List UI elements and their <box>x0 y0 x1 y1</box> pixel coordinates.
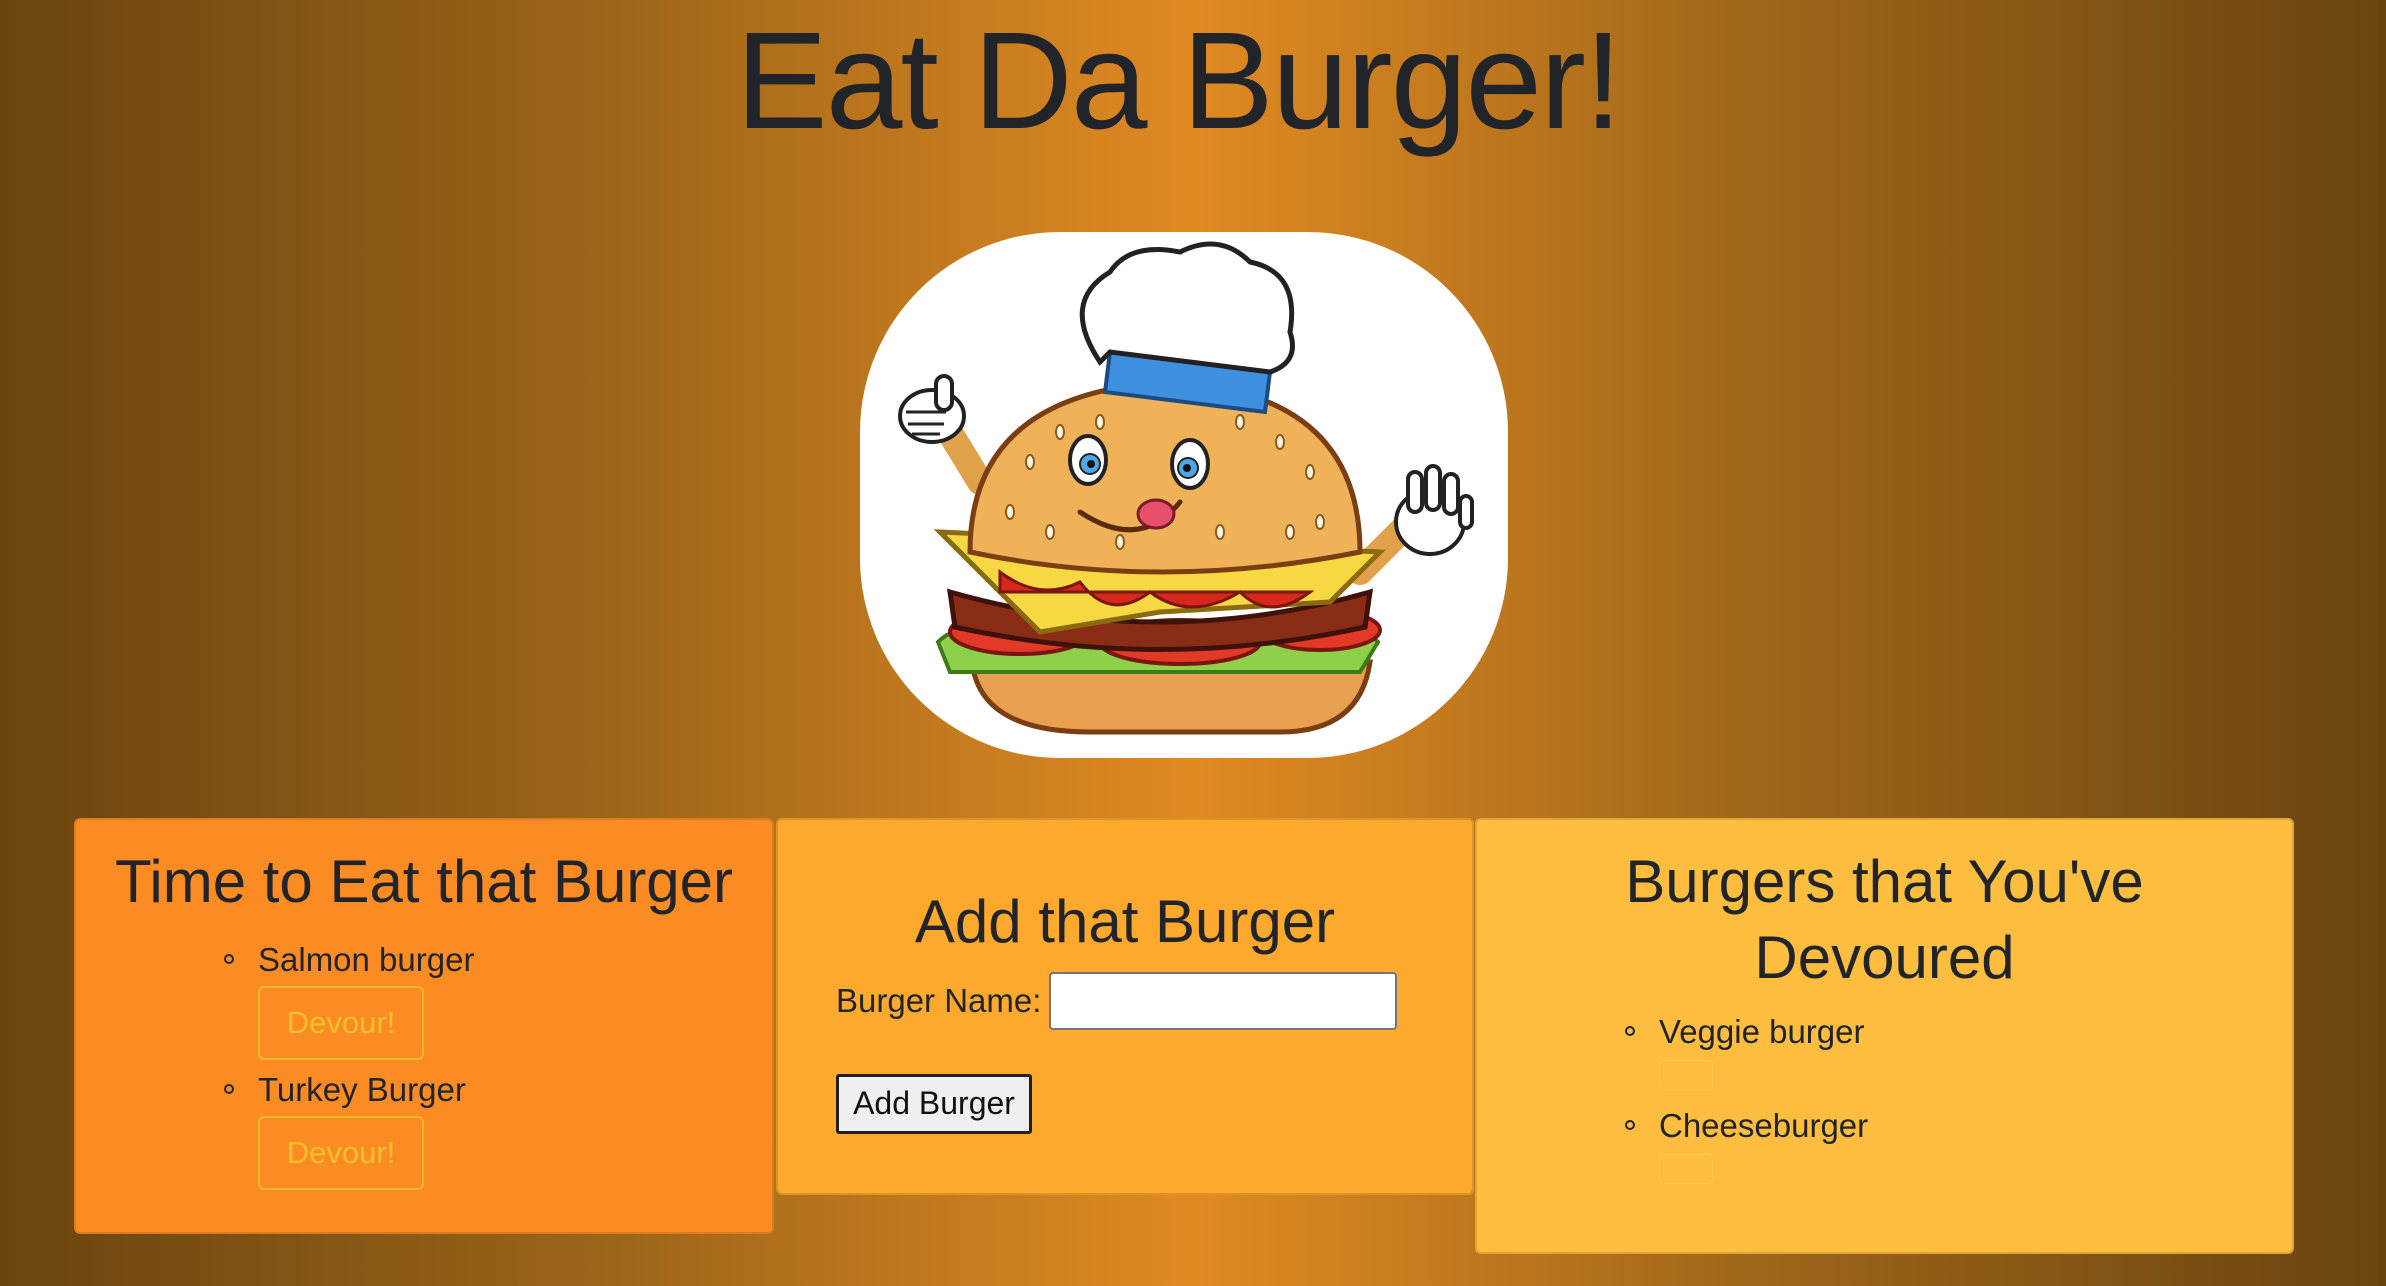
chef-burger-logo <box>860 232 1508 758</box>
add-burger-button[interactable]: Add Burger <box>836 1074 1032 1134</box>
burger-name: Salmon burger <box>258 941 475 978</box>
chef-burger-mascot-icon <box>898 241 1474 735</box>
devoured-list: Veggie burger Cheeseburger <box>1625 1010 1869 1198</box>
list-item: Cheeseburger <box>1625 1104 1869 1184</box>
page-title: Eat Da Burger! <box>735 4 1623 158</box>
circle-bullet-icon <box>1625 1026 1635 1036</box>
devour-button[interactable]: Devour! <box>258 1116 424 1190</box>
burger-name-input[interactable] <box>1049 972 1398 1030</box>
list-item: Veggie burger <box>1625 1010 1868 1090</box>
burger-name-label: Burger Name: <box>836 982 1042 1019</box>
devoured-heading: Burgers that You've Devoured <box>1625 848 2144 991</box>
hidden-button <box>1659 1154 1713 1184</box>
add-burger-heading: Add that Burger <box>914 888 1336 955</box>
circle-bullet-icon <box>224 1084 234 1094</box>
burger-name: Turkey Burger <box>258 1071 466 1108</box>
list-item: Turkey Burger Devour! <box>224 1068 474 1190</box>
burger-name: Veggie burger <box>1659 1013 1865 1050</box>
to-eat-list: Salmon burger Devour! Turkey Burger Devo… <box>224 938 475 1198</box>
burger-name-row: Burger Name: <box>836 972 1398 1030</box>
to-eat-panel: Time to Eat that Burger Salmon burger De… <box>74 818 774 1234</box>
devour-button[interactable]: Devour! <box>258 986 424 1060</box>
circle-bullet-icon <box>1625 1120 1635 1130</box>
add-burger-panel: Add that Burger Burger Name: Add Burger <box>776 818 1474 1195</box>
to-eat-heading: Time to Eat that Burger <box>114 848 734 915</box>
burger-name: Cheeseburger <box>1659 1107 1869 1144</box>
circle-bullet-icon <box>224 954 234 964</box>
devoured-panel: Burgers that You've Devoured Veggie burg… <box>1475 818 2294 1254</box>
hidden-button <box>1659 1060 1713 1090</box>
list-item: Salmon burger Devour! <box>224 938 475 1060</box>
